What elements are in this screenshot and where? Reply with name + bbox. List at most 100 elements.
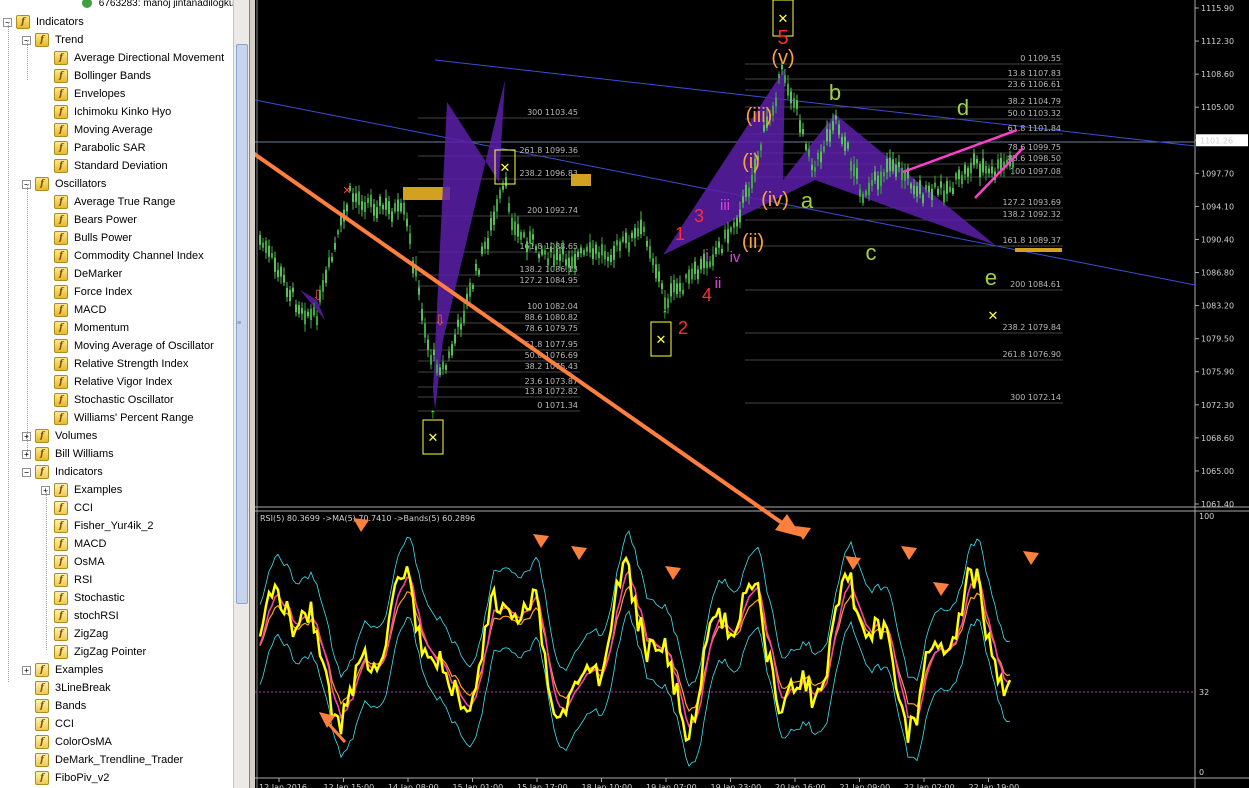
wave-label: iii bbox=[720, 197, 730, 214]
tree-item-label: Bill Williams bbox=[55, 448, 114, 460]
candle-body bbox=[577, 251, 579, 258]
tree-item[interactable]: f Moving Average bbox=[54, 121, 153, 139]
tree-item[interactable]: + f Volumes bbox=[22, 427, 97, 445]
indicator-icon: f bbox=[54, 357, 68, 371]
tree-item[interactable]: f ZigZag Pointer bbox=[54, 643, 146, 661]
tree-item[interactable]: f Williams' Percent Range bbox=[54, 409, 193, 427]
tree-item[interactable]: f Stochastic Oscillator bbox=[54, 391, 174, 409]
tree-item[interactable]: f Commodity Channel Index bbox=[54, 247, 204, 265]
tree-item[interactable]: f RSI bbox=[54, 571, 92, 589]
tree-item[interactable]: f Force Index bbox=[54, 283, 132, 301]
candle-body bbox=[943, 190, 945, 203]
tree-item[interactable]: − f Indicators bbox=[3, 13, 84, 31]
candle-body bbox=[295, 304, 297, 313]
tree-item[interactable]: f ColorOsMA bbox=[35, 733, 112, 751]
wave-label: ii bbox=[715, 275, 722, 292]
candle-body bbox=[430, 355, 432, 365]
fib-level-label: 138.2 1092.32 bbox=[1002, 210, 1061, 219]
candle-body bbox=[400, 203, 402, 212]
tree-item[interactable]: f Relative Strength Index bbox=[54, 355, 188, 373]
indicator-folder-icon: f bbox=[35, 447, 49, 461]
custom-indicator-folder-icon: f bbox=[54, 483, 68, 497]
tree-item[interactable]: f CCI bbox=[54, 499, 93, 517]
tree-item[interactable]: + f Bill Williams bbox=[22, 445, 114, 463]
tree-item[interactable]: f Ichimoku Kinko Hyo bbox=[54, 103, 171, 121]
wave-label: b bbox=[829, 80, 841, 105]
candle-body bbox=[271, 253, 273, 258]
indicator-icon: f bbox=[54, 123, 68, 137]
tree-item[interactable]: f Standard Deviation bbox=[54, 157, 168, 175]
fib-level-label: 50.0 1103.32 bbox=[1008, 109, 1061, 118]
tree-item[interactable]: f MACD bbox=[54, 301, 106, 319]
tree-item[interactable]: f Stochastic bbox=[54, 589, 125, 607]
zigzag-marker-icon: ✕ bbox=[988, 308, 999, 323]
candle-body bbox=[988, 168, 990, 174]
tree-item[interactable]: f Bollinger Bands bbox=[54, 67, 151, 85]
account-entry[interactable]: 6763283: manoj jintanadilogkul bbox=[82, 0, 237, 9]
tree-item-label: CCI bbox=[55, 718, 74, 730]
price-axis-label: 1105.00 bbox=[1201, 103, 1234, 112]
tree-item[interactable]: + f Examples bbox=[41, 481, 122, 499]
candle-body bbox=[835, 115, 837, 120]
candle-body bbox=[868, 182, 870, 195]
candle-body bbox=[481, 246, 483, 255]
tree-item[interactable]: − f Oscillators bbox=[22, 175, 106, 193]
tree-item[interactable]: f Average Directional Movement bbox=[54, 49, 224, 67]
candle-body bbox=[622, 236, 624, 242]
candle-body bbox=[877, 175, 879, 190]
tree-item[interactable]: f Momentum bbox=[54, 319, 129, 337]
candle-body bbox=[367, 198, 369, 203]
tree-item[interactable]: + f Examples bbox=[22, 661, 103, 679]
account-icon bbox=[82, 0, 92, 9]
tree-item[interactable]: f Fisher_Yur4ik_2 bbox=[54, 517, 154, 535]
tree-item[interactable]: f Moving Average of Oscillator bbox=[54, 337, 214, 355]
candle-body bbox=[418, 287, 420, 295]
chart-canvas[interactable]: 1115.90 1112.30 1108.60 1105.00 1101.26 1097.… bbox=[255, 0, 1249, 788]
time-axis-label: 22 Jan 19:00 bbox=[969, 783, 1020, 788]
tree-item[interactable]: f DeMark_Trendline_Trader bbox=[35, 751, 183, 769]
navigator-panel: 6763283: manoj jintanadilogkul − f Indicat… bbox=[0, 0, 250, 788]
candle-body bbox=[718, 241, 720, 248]
tree-item[interactable]: f Parabolic SAR bbox=[54, 139, 146, 157]
navigator-scrollbar[interactable]: ≡ bbox=[233, 0, 249, 788]
candle-body bbox=[748, 187, 750, 197]
tree-item-label: DeMark_Trendline_Trader bbox=[55, 754, 184, 766]
tree-item[interactable]: f Bulls Power bbox=[54, 229, 132, 247]
fib-level-label: 300 1072.14 bbox=[1010, 393, 1061, 402]
candle-body bbox=[406, 218, 408, 227]
tree-item[interactable]: − f Trend bbox=[22, 31, 83, 49]
tree-item[interactable]: f OsMA bbox=[54, 553, 105, 571]
candle-body bbox=[583, 250, 585, 256]
candle-body bbox=[709, 261, 711, 267]
candle-body bbox=[802, 129, 804, 135]
time-axis-label: 18 Jan 10:00 bbox=[582, 783, 633, 788]
tree-item-label: Oscillators bbox=[55, 178, 107, 190]
tree-item[interactable]: f 3LineBreak bbox=[35, 679, 111, 697]
time-axis-label: 19 Jan 07:00 bbox=[646, 783, 697, 788]
tree-item[interactable]: f Envelopes bbox=[54, 85, 125, 103]
tree-item[interactable]: f Bears Power bbox=[54, 211, 137, 229]
tree-item[interactable]: f ZigZag bbox=[54, 625, 108, 643]
indicator-icon: f bbox=[54, 69, 68, 83]
tree-item[interactable]: f Bands bbox=[35, 697, 86, 715]
candle-body bbox=[751, 174, 753, 189]
price-axis-label: 1097.70 bbox=[1201, 169, 1234, 178]
tree-item[interactable]: f CCI bbox=[35, 715, 74, 733]
tree-item[interactable]: f FiboPiv_v2 bbox=[35, 769, 109, 787]
tree-item[interactable]: f Relative Vigor Index bbox=[54, 373, 172, 391]
indicator-icon: f bbox=[54, 411, 68, 425]
tree-item[interactable]: − f Indicators bbox=[22, 463, 103, 481]
tree-item[interactable]: f stochRSI bbox=[54, 607, 119, 625]
chart-window[interactable]: 1115.90 1112.30 1108.60 1105.00 1101.26 1097.… bbox=[255, 0, 1249, 788]
expand-icon[interactable]: + bbox=[22, 665, 31, 675]
candle-body bbox=[445, 365, 447, 370]
wave-label: (iii) bbox=[746, 105, 773, 127]
candle-body bbox=[601, 244, 603, 256]
tree-item-label: ZigZag Pointer bbox=[74, 646, 147, 658]
tree-item[interactable]: f Average True Range bbox=[54, 193, 175, 211]
tree-item[interactable]: f MACD bbox=[54, 535, 106, 553]
tree-item[interactable]: f DeMarker bbox=[54, 265, 122, 283]
collapse-icon[interactable]: − bbox=[22, 467, 31, 477]
candle-body bbox=[862, 194, 864, 204]
indicator-icon: f bbox=[54, 87, 68, 101]
